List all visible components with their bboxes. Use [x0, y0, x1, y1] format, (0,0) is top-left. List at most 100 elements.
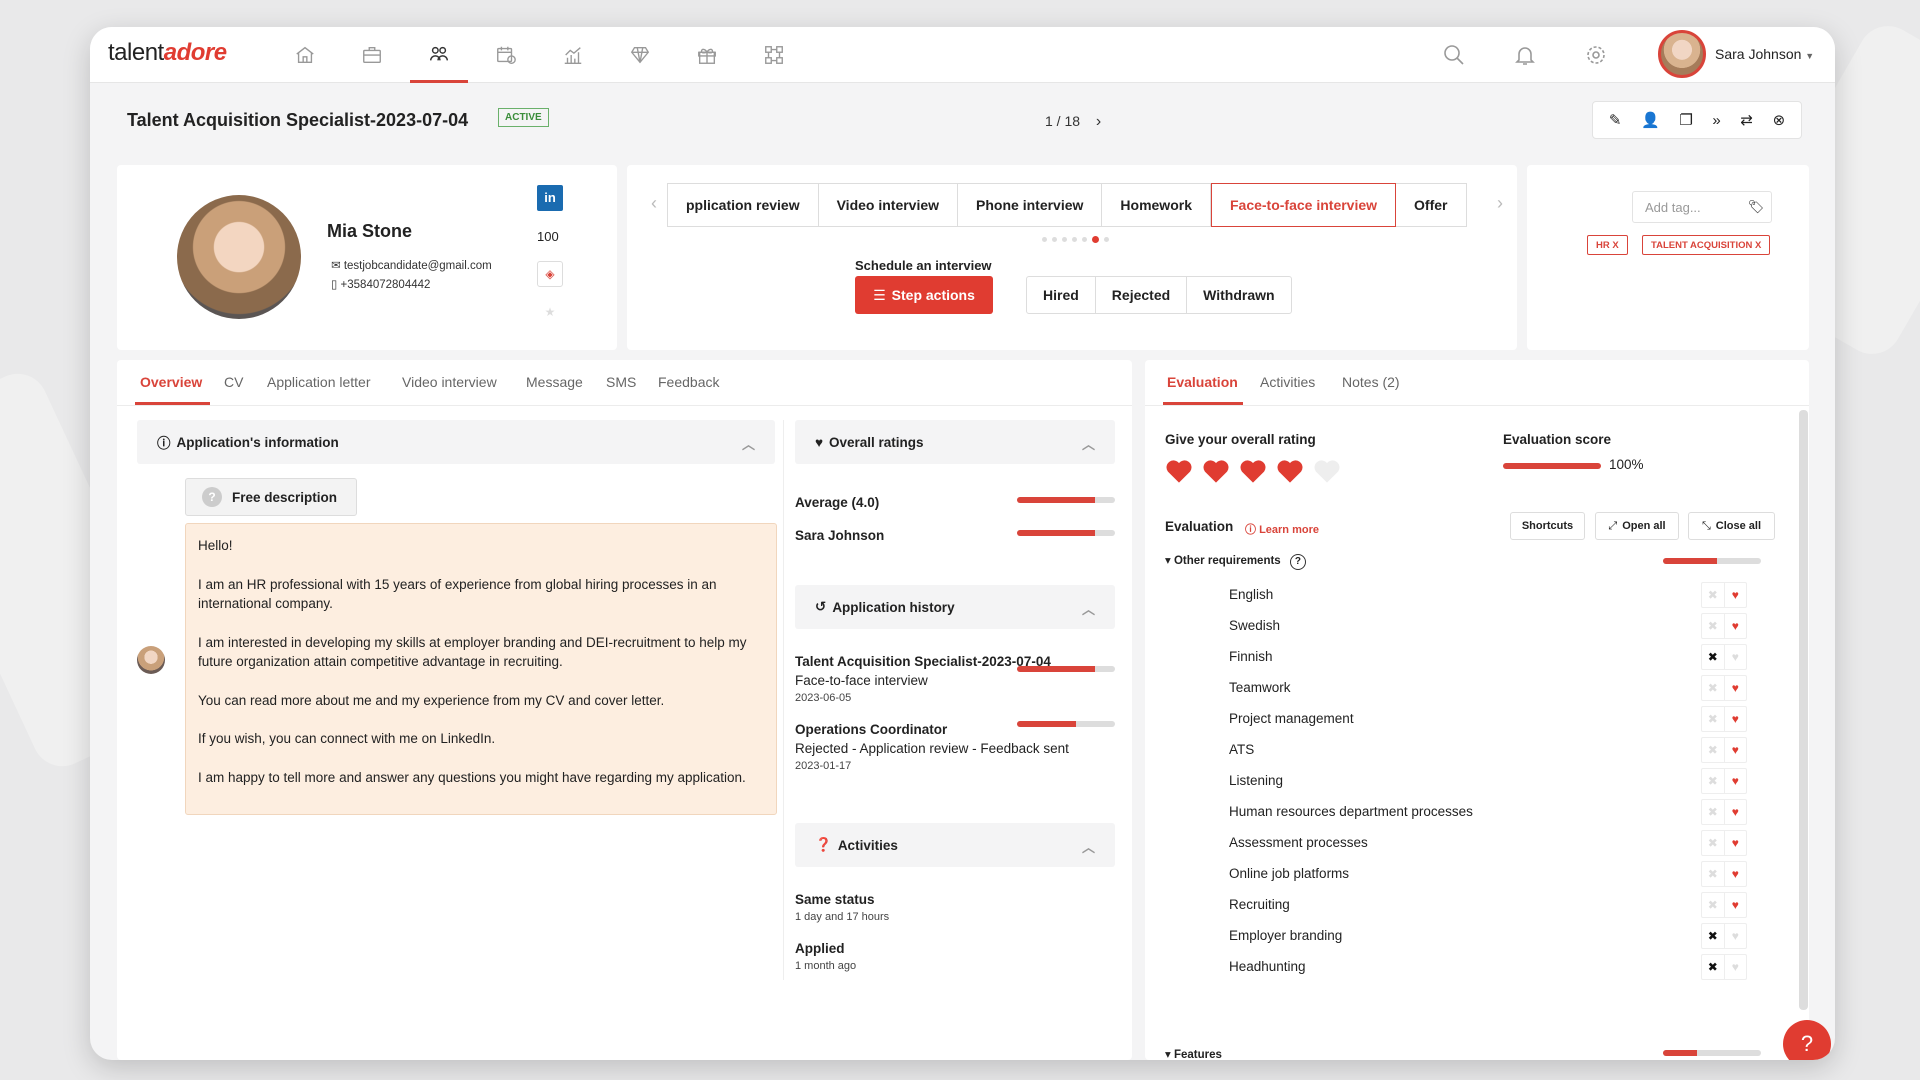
- candidate-email[interactable]: testjobcandidate@gmail.com: [344, 260, 492, 272]
- tab-video-interview[interactable]: Video interview: [402, 374, 497, 390]
- transfer-person-icon[interactable]: ⇄: [1740, 111, 1753, 129]
- diamond-icon[interactable]: [611, 27, 669, 83]
- copy-icon[interactable]: ❐: [1679, 111, 1692, 129]
- withdrawn-button[interactable]: Withdrawn: [1187, 277, 1290, 313]
- home-icon[interactable]: [276, 27, 334, 83]
- close-circle-icon[interactable]: ⊗: [1773, 111, 1786, 129]
- tag-talent-acquisition[interactable]: TALENT ACQUISITION X: [1642, 235, 1771, 255]
- dislike-icon[interactable]: ✖: [1702, 645, 1724, 669]
- candidates-icon[interactable]: [410, 27, 468, 83]
- overall-ratings-header[interactable]: ♥ Overall ratings ︿: [795, 420, 1115, 464]
- evaluation-scrollbar[interactable]: [1799, 410, 1808, 1010]
- logo[interactable]: talentadore: [108, 39, 227, 67]
- step-3[interactable]: Homework: [1102, 183, 1211, 227]
- application-history-header[interactable]: ↺ Application history ︿: [795, 585, 1115, 629]
- tab-message[interactable]: Message: [526, 374, 583, 390]
- bell-icon[interactable]: [1513, 43, 1537, 67]
- heart-icon[interactable]: [1276, 458, 1304, 484]
- person-icon[interactable]: 👤: [1641, 111, 1660, 129]
- like-heart-icon[interactable]: ♥: [1723, 583, 1747, 607]
- help-button[interactable]: ?: [1783, 1020, 1831, 1060]
- application-info-header[interactable]: ⓘ Application's information ︿: [137, 420, 775, 464]
- dislike-icon[interactable]: ✖: [1702, 800, 1724, 824]
- dislike-icon[interactable]: ✖: [1702, 924, 1724, 948]
- dislike-icon[interactable]: ✖: [1702, 676, 1724, 700]
- edit-icon[interactable]: ✎: [1609, 111, 1622, 129]
- like-heart-icon[interactable]: ♥: [1723, 707, 1747, 731]
- gear-icon[interactable]: [1584, 43, 1608, 67]
- step-actions-button[interactable]: ☰ Step actions: [855, 276, 993, 314]
- tab-notes[interactable]: Notes (2): [1342, 374, 1400, 390]
- tag-hr[interactable]: HR X: [1587, 235, 1628, 255]
- dislike-icon[interactable]: ✖: [1702, 955, 1724, 979]
- gift-icon[interactable]: [678, 27, 736, 83]
- overall-rating-hearts[interactable]: [1165, 458, 1341, 484]
- chevron-up-icon[interactable]: ︿: [1082, 837, 1095, 856]
- search-icon[interactable]: [1442, 43, 1466, 67]
- tab-overview[interactable]: Overview: [140, 374, 202, 390]
- chevron-right-icon[interactable]: ›: [1096, 113, 1101, 130]
- integrations-icon[interactable]: [745, 27, 803, 83]
- star-icon[interactable]: ★: [537, 299, 563, 325]
- heart-icon[interactable]: [1239, 458, 1267, 484]
- like-heart-icon[interactable]: ♥: [1723, 893, 1747, 917]
- history-job-title[interactable]: Operations Coordinator: [795, 722, 947, 737]
- heart-icon[interactable]: [1202, 458, 1230, 484]
- like-heart-icon[interactable]: ♥: [1723, 614, 1747, 638]
- shortcuts-button[interactable]: Shortcuts: [1510, 512, 1585, 540]
- like-heart-icon[interactable]: ♥: [1723, 645, 1747, 669]
- question-icon[interactable]: ?: [1289, 554, 1306, 570]
- step-5[interactable]: Offer: [1396, 183, 1467, 227]
- briefcase-icon[interactable]: [343, 27, 401, 83]
- free-description-button[interactable]: ? Free description: [185, 478, 357, 516]
- learn-more-link[interactable]: ⓘ Learn more: [1245, 521, 1319, 537]
- activities-header[interactable]: ❓ Activities ︿: [795, 823, 1115, 867]
- rejected-button[interactable]: Rejected: [1096, 277, 1188, 313]
- linkedin-icon[interactable]: in: [537, 185, 563, 211]
- calendar-icon[interactable]: [477, 27, 535, 83]
- like-heart-icon[interactable]: ♥: [1723, 800, 1747, 824]
- chevron-up-icon[interactable]: ︿: [1082, 434, 1095, 453]
- other-requirements-toggle[interactable]: ▾ Other requirements ?: [1165, 553, 1306, 570]
- chevron-up-icon[interactable]: ︿: [1082, 599, 1095, 618]
- dislike-icon[interactable]: ✖: [1702, 893, 1724, 917]
- tab-evaluation[interactable]: Evaluation: [1167, 374, 1238, 390]
- step-0[interactable]: pplication review: [667, 183, 819, 227]
- chevron-right-icon[interactable]: ›: [1497, 193, 1503, 214]
- tab-feedback[interactable]: Feedback: [658, 374, 719, 390]
- close-all-button[interactable]: ⤡ Close all: [1688, 512, 1775, 540]
- step-4[interactable]: Face-to-face interview: [1210, 183, 1397, 227]
- dislike-icon[interactable]: ✖: [1702, 738, 1724, 762]
- step-2[interactable]: Phone interview: [958, 183, 1103, 227]
- history-job-title[interactable]: Talent Acquisition Specialist-2023-07-04: [795, 654, 1051, 669]
- like-heart-icon[interactable]: ♥: [1723, 862, 1747, 886]
- like-heart-icon[interactable]: ♥: [1723, 738, 1747, 762]
- chevron-up-icon[interactable]: ︿: [742, 434, 755, 453]
- chevron-left-icon[interactable]: ‹: [651, 193, 657, 214]
- like-heart-icon[interactable]: ♥: [1723, 769, 1747, 793]
- tab-cv[interactable]: CV: [224, 374, 243, 390]
- tab-sms[interactable]: SMS: [606, 374, 636, 390]
- dislike-icon[interactable]: ✖: [1702, 707, 1724, 731]
- dislike-icon[interactable]: ✖: [1702, 831, 1724, 855]
- dislike-icon[interactable]: ✖: [1702, 614, 1724, 638]
- features-toggle[interactable]: ▾ Features: [1165, 1047, 1222, 1060]
- analytics-icon[interactable]: [544, 27, 602, 83]
- hired-button[interactable]: Hired: [1027, 277, 1096, 313]
- tab-activities[interactable]: Activities: [1260, 374, 1315, 390]
- heart-icon[interactable]: [1165, 458, 1193, 484]
- heart-icon[interactable]: [1313, 458, 1341, 484]
- fast-forward-icon[interactable]: »: [1712, 112, 1720, 129]
- candidate-phone[interactable]: +3584072804442: [341, 279, 431, 291]
- dislike-icon[interactable]: ✖: [1702, 583, 1724, 607]
- open-all-button[interactable]: ⤢ Open all: [1595, 512, 1679, 540]
- like-heart-icon[interactable]: ♥: [1723, 955, 1747, 979]
- like-heart-icon[interactable]: ♥: [1723, 676, 1747, 700]
- like-heart-icon[interactable]: ♥: [1723, 924, 1747, 948]
- dislike-icon[interactable]: ✖: [1702, 769, 1724, 793]
- step-1[interactable]: Video interview: [818, 183, 959, 227]
- dislike-icon[interactable]: ✖: [1702, 862, 1724, 886]
- diamond-icon[interactable]: ◈: [537, 261, 563, 287]
- user-menu[interactable]: Sara Johnson ▼: [1715, 46, 1814, 62]
- user-avatar[interactable]: [1658, 30, 1706, 78]
